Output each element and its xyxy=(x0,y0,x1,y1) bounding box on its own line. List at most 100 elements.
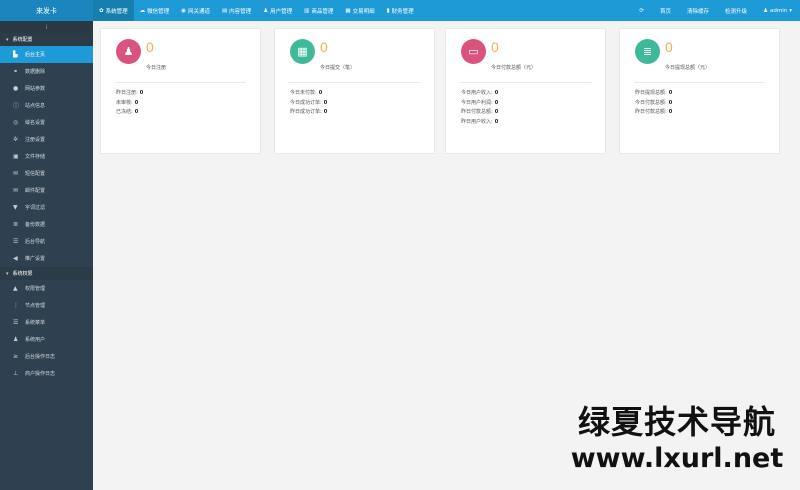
stat-row: 昨日注册: 0 xyxy=(116,89,143,99)
sidebar-toggle[interactable]: ⁞ xyxy=(0,21,93,33)
stat-label: 今日用户利润: xyxy=(461,99,493,106)
topnav-item[interactable]: ▤ 内容管理 xyxy=(216,0,257,21)
stat-value: 0 xyxy=(668,90,673,96)
sidebar-item-label: 数据删除 xyxy=(25,69,46,75)
sidebar-item[interactable]: ✲ 注册设置 xyxy=(0,131,93,148)
topnav-label: 系统管理 xyxy=(105,8,128,15)
sidebar-item[interactable]: ⚭ 数据删除 xyxy=(0,63,93,80)
topnav-item[interactable]: ♟ 用户管理 xyxy=(257,0,298,21)
clear-cache-link[interactable]: 清除缓存 xyxy=(679,0,717,21)
sidebar-item-label: 短信配置 xyxy=(25,171,46,177)
topnav-label: 商品管理 xyxy=(311,8,334,15)
card-divider xyxy=(634,82,765,83)
card-value: 0 xyxy=(320,39,328,55)
stat-value: 0 xyxy=(323,109,328,115)
home-link[interactable]: 首页 xyxy=(652,0,679,21)
sidebar-item[interactable]: ● 网站参数 xyxy=(0,80,93,97)
sidebar-item[interactable]: ≥ 后台操作日志 xyxy=(0,348,93,365)
save-icon: ▣ xyxy=(13,153,19,160)
apple-icon: ● xyxy=(13,85,19,92)
sidebar-group-header[interactable]: ▾ 系统配置 xyxy=(0,33,93,46)
pin-icon: ⊥ xyxy=(13,370,19,377)
topnav-item[interactable]: ▥ 商品管理 xyxy=(298,0,339,21)
calendar-icon: ▦ xyxy=(297,45,308,58)
card-divider xyxy=(289,82,420,83)
sidebar-item[interactable]: ⋮ 节点管理 xyxy=(0,297,93,314)
sidebar-item[interactable]: ▼ 字词过滤 xyxy=(0,199,93,216)
sidebar-item[interactable]: ⊥ 商户操作日志 xyxy=(0,365,93,382)
bullhorn-icon: ◀ xyxy=(13,255,18,262)
card-icon-circle: ▦ xyxy=(290,39,315,64)
wechat-icon: ☁ xyxy=(139,7,146,14)
finance-icon: ▮ xyxy=(386,7,390,14)
topnav-item[interactable]: ▮ 财务管理 xyxy=(381,0,420,21)
node-icon: ⋮ xyxy=(13,302,19,309)
sidebar-item[interactable]: ▣ 文件存储 xyxy=(0,148,93,165)
database-icon: ≣ xyxy=(642,45,653,58)
sidebar-item[interactable]: ▲ 权限管理 xyxy=(0,280,93,297)
sidebar-item-label: 商户操作日志 xyxy=(25,371,56,377)
app-logo[interactable]: 来发卡 xyxy=(0,0,93,21)
card-stats: 今日未付款: 0 今日成功订单: 0 昨日成功订单: 0 xyxy=(290,89,327,118)
stat-row: 昨日成功订单: 0 xyxy=(290,108,327,118)
stat-row: 今日未付款: 0 xyxy=(290,89,327,99)
sidebar-item[interactable]: ✉ 邮件配置 xyxy=(0,182,93,199)
topnav-label: 网关通道 xyxy=(187,8,210,15)
stat-label: 今日未付款: xyxy=(290,90,317,96)
top-nav: ✿ 系统管理 ☁ 微信管理 ◉ 网关通道 ▤ 内容管理 ♟ 用户管理 ▥ 商品管理 ▦ 交易明细 ▮ 财务管理 xyxy=(93,0,420,21)
sidebar-item[interactable]: ☰ 系统菜单 xyxy=(0,314,93,331)
stat-label: 今日用户收入: xyxy=(461,90,493,96)
sidebar-item[interactable]: ≣ 备份数据 xyxy=(0,216,93,233)
card-title: 今日付款总额（元） xyxy=(491,65,537,71)
link-icon: ⚭ xyxy=(13,68,19,75)
topnav-item[interactable]: ✿ 系统管理 xyxy=(93,0,134,21)
info-icon: ⓘ xyxy=(13,103,20,110)
stat-row: 今日成功订单: 0 xyxy=(290,99,327,109)
database-icon: ≣ xyxy=(13,221,19,228)
watermark: 绿夏技术导航 www.lxurl.net xyxy=(558,383,800,490)
stat-label: 昨日成功订单: xyxy=(290,109,322,115)
sidebar-item[interactable]: ◎ 域名设置 xyxy=(0,114,93,131)
sidebar-item-label: 后台导航 xyxy=(25,239,46,245)
topnav-item[interactable]: ▦ 交易明细 xyxy=(339,0,380,21)
card-stats: 昨日提现总额: 0 今日付款总额: 0 昨日付款总额: 0 xyxy=(635,89,672,118)
gear-icon: ✲ xyxy=(13,136,19,143)
sidebar-item[interactable]: ◀ 推广设置 xyxy=(0,250,93,267)
sidebar-item[interactable]: ♟ 系统用户 xyxy=(0,331,93,348)
card-value: 0 xyxy=(146,39,154,55)
topnav-label: 微信管理 xyxy=(147,8,170,15)
shop-icon: ▥ xyxy=(304,7,310,14)
sidebar-item[interactable]: ✉ 短信配置 xyxy=(0,165,93,182)
menu-icon: ☰ xyxy=(13,319,19,326)
gear-icon: ✿ xyxy=(99,7,104,14)
top-right-toolbar: ⟳ 首页 清除缓存 检测升级 ♟ admin ▾ xyxy=(631,0,800,21)
card-divider xyxy=(460,82,591,83)
stat-label: 今日付款总额: xyxy=(635,99,667,106)
stat-value: 0 xyxy=(494,99,499,106)
terminal-icon: ≥ xyxy=(13,353,19,360)
check-update-link[interactable]: 检测升级 xyxy=(717,0,755,21)
topnav-item[interactable]: ◉ 网关通道 xyxy=(175,0,216,21)
sidebar: ⁞ ▾ 系统配置 ▙ 后台主页 ⚭ 数据删除 ● 网站参数 ⓘ 站点信息 ◎ 域名设置 ✲ 注册设置 ▣ 文件… xyxy=(0,21,93,490)
stat-label: 今日成功订单: xyxy=(290,99,322,106)
sidebar-item-label: 系统菜单 xyxy=(25,320,46,326)
topnav-item[interactable]: ☁ 微信管理 xyxy=(134,0,176,21)
lock-icon: ▲ xyxy=(13,285,18,292)
sidebar-item-label: 权限管理 xyxy=(25,286,46,292)
document-icon: ▤ xyxy=(221,7,228,14)
stat-label: 未审核: xyxy=(116,99,133,106)
refresh-button[interactable]: ⟳ xyxy=(631,0,652,21)
user-name: admin xyxy=(770,7,788,14)
sidebar-item-label: 后台操作日志 xyxy=(25,354,56,360)
stat-label: 昨日注册: xyxy=(116,90,138,96)
sidebar-item[interactable]: ⓘ 站点信息 xyxy=(0,97,93,114)
stat-row: 昨日付款总额: 0 xyxy=(461,108,498,118)
stat-value: 0 xyxy=(668,109,673,115)
stat-row: 昨日付款总额: 0 xyxy=(635,108,672,118)
stat-value: 0 xyxy=(139,90,144,96)
sidebar-item[interactable]: ▙ 后台主页 xyxy=(0,46,93,63)
sidebar-group-header[interactable]: ▾ 系统权限 xyxy=(0,267,93,280)
sidebar-item[interactable]: ☰ 后台导航 xyxy=(0,233,93,250)
watermark-url: www.lxurl.net xyxy=(570,443,784,474)
user-menu[interactable]: ♟ admin ▾ xyxy=(755,0,800,21)
